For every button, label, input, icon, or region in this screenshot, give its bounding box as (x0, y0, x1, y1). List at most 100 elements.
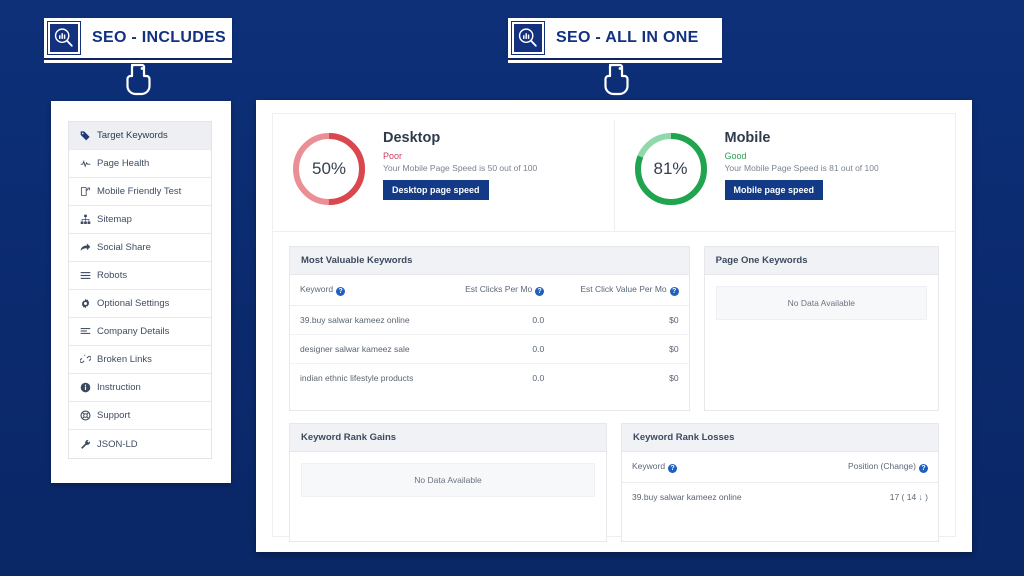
sidebar-item-json-ld[interactable]: JSON-LD (69, 430, 211, 458)
score-grade: Poor (383, 151, 403, 161)
sidebar-item-sitemap[interactable]: Sitemap (69, 206, 211, 234)
score-block-mobile: 81% Mobile Good Your Mobile Page Speed is 8… (613, 120, 956, 231)
cell-est-clicks: 0.0 (441, 305, 555, 335)
score-description: Your Mobile Page Speed is 50 out of 100 (383, 163, 538, 173)
panel-most-valuable-keywords: Most Valuable Keywords Keyword? Est Clic… (289, 246, 690, 411)
sidebar-item-optional-settings[interactable]: Optional Settings (69, 290, 211, 318)
table-header-row: Keyword? Position (Change)? (622, 452, 938, 483)
sidebar-item-support[interactable]: Support (69, 402, 211, 430)
score-description: Your Mobile Page Speed is 81 out of 100 (724, 163, 879, 173)
info-icon (79, 382, 92, 393)
table-row: indian ethnic lifestyle products 0.0 $0 (290, 364, 689, 393)
help-icon[interactable]: ? (535, 287, 545, 296)
donut-chart-mobile: 81% (631, 129, 711, 209)
table-row: designer salwar kameez sale 0.0 $0 (290, 334, 689, 364)
sidebar-item-label: Page Health (97, 158, 150, 169)
sidebar-item-label: Support (97, 410, 131, 421)
score-title: Mobile (724, 130, 771, 146)
most-valuable-keywords-table: Keyword? Est Clicks Per Mo? Est Click Va… (290, 275, 689, 392)
panel-title: Page One Keywords (704, 247, 938, 275)
mobile-check-icon (79, 186, 92, 197)
panel-title: Keyword Rank Gains (290, 424, 606, 452)
cell-keyword: designer salwar kameez sale (290, 334, 442, 364)
donut-percent-label: 81% (653, 159, 688, 178)
column-header-keyword: Keyword? (290, 275, 442, 306)
column-header-keyword: Keyword? (622, 452, 801, 483)
panel-keyword-rank-gains: Keyword Rank Gains No Data Available (289, 423, 607, 542)
column-label: Est Clicks Per Mo (465, 284, 533, 294)
help-icon[interactable]: ? (669, 287, 679, 296)
banner-title: SEO - INCLUDES (92, 29, 226, 46)
column-label: Position (Change) (847, 461, 916, 471)
cell-est-clicks: 0.0 (441, 334, 555, 364)
list-icon (79, 326, 92, 337)
tag-icon (79, 130, 92, 141)
sidebar-item-robots[interactable]: Robots (69, 262, 211, 290)
sidebar-item-broken-links[interactable]: Broken Links (69, 346, 211, 374)
empty-state: No Data Available (301, 463, 595, 497)
panel-body: No Data Available (705, 286, 938, 410)
table-body: 39.buy salwar kameez online 17 ( 14 ↓ ) (622, 483, 938, 512)
chain-broken-icon (79, 354, 92, 365)
panel-page-one-keywords: Page One Keywords No Data Available (703, 246, 939, 411)
panel-title: Keyword Rank Losses (622, 424, 938, 452)
sidebar-item-company-details[interactable]: Company Details (69, 318, 211, 346)
cell-est-click-value: $0 (554, 305, 689, 335)
score-grade: Good (724, 151, 747, 161)
share-icon (79, 242, 92, 253)
panel-body: No Data Available (290, 463, 606, 541)
wrench-icon (79, 439, 92, 450)
dashboard-card: 50% Desktop Poor Your Mobile Page Speed is … (256, 100, 972, 552)
column-label: Keyword (300, 284, 334, 294)
seo-magnifier-chart-icon (511, 21, 545, 55)
mobile-page-speed-button[interactable]: Mobile page speed (724, 180, 824, 201)
cell-keyword: 39.buy salwar kameez online (632, 492, 742, 502)
help-icon[interactable]: ? (919, 464, 928, 473)
sidebar-item-mobile-friendly-test[interactable]: Mobile Friendly Test (69, 178, 211, 206)
sidebar-item-label: Target Keywords (97, 130, 168, 141)
panel-title: Most Valuable Keywords (290, 247, 689, 275)
sidebar-item-label: Instruction (97, 382, 141, 393)
sidebar-item-target-keywords[interactable]: Target Keywords (69, 122, 211, 150)
sidebar-item-social-share[interactable]: Social Share (69, 234, 211, 262)
donut-chart-desktop: 50% (289, 129, 369, 209)
help-icon[interactable]: ? (336, 287, 346, 296)
sidebar-item-label: Robots (97, 270, 128, 281)
cell-keyword: indian ethnic lifestyle products (300, 373, 414, 383)
column-header-est-click-value: Est Click Value Per Mo? (554, 275, 689, 306)
banner-seo-includes: SEO - INCLUDES (44, 18, 232, 58)
sidebar-item-label: JSON-LD (97, 438, 138, 450)
middle-panel-row: Most Valuable Keywords Keyword? Est Clic… (273, 232, 955, 411)
sidebar-item-label: Social Share (97, 242, 151, 253)
sidebar-item-instruction[interactable]: Instruction (69, 374, 211, 402)
column-header-est-clicks: Est Clicks Per Mo? (441, 275, 555, 306)
column-label: Keyword (632, 461, 666, 471)
heartbeat-icon (79, 158, 92, 169)
column-label: Est Click Value Per Mo (580, 284, 667, 294)
page-speed-scores: 50% Desktop Poor Your Mobile Page Speed is … (273, 114, 955, 232)
score-text: Desktop Poor Your Mobile Page Speed is 50 … (369, 120, 543, 231)
hand-pointer-icon (598, 62, 634, 101)
empty-state: No Data Available (715, 286, 927, 320)
cell-keyword: 39.buy salwar kameez online (290, 305, 442, 335)
sidebar-menu: Target Keywords Page Health Mobile Friendl… (68, 121, 212, 459)
dashboard-inner: 50% Desktop Poor Your Mobile Page Speed is … (272, 113, 956, 542)
sidebar-item-label: Optional Settings (97, 298, 170, 309)
desktop-page-speed-button[interactable]: Desktop page speed (383, 180, 489, 201)
sidebar-item-page-health[interactable]: Page Health (69, 150, 211, 178)
cell-est-clicks: 0.0 (532, 373, 545, 383)
sidebar-item-label: Mobile Friendly Test (97, 186, 182, 197)
sidebar-item-label: Company Details (97, 326, 170, 337)
help-icon[interactable]: ? (668, 464, 678, 473)
cell-est-click-value: $0 (669, 373, 679, 383)
hand-pointer-icon (120, 62, 156, 101)
banner-seo-all-in-one: SEO - ALL IN ONE (508, 18, 722, 58)
panel-body: Keyword? Position (Change)? 39.buy salwa… (622, 452, 938, 530)
cell-est-click-value: $0 (554, 334, 689, 364)
panel-keyword-rank-losses: Keyword Rank Losses Keyword? Position (C… (621, 423, 939, 542)
bars-icon (79, 270, 92, 281)
score-title: Desktop (383, 130, 441, 146)
gear-icon (79, 298, 92, 309)
banner-title: SEO - ALL IN ONE (556, 29, 699, 46)
seo-magnifier-chart-icon (47, 21, 81, 55)
